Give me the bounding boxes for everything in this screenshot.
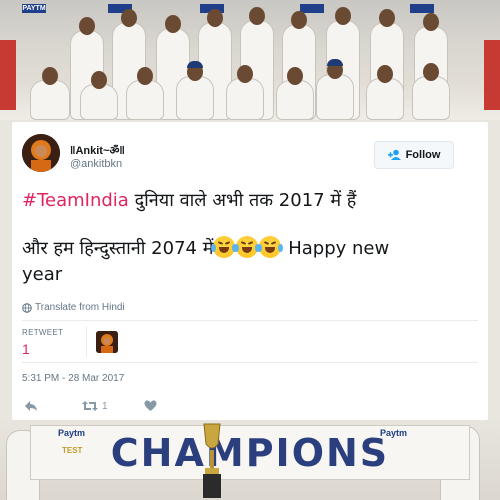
retweet-icon — [82, 401, 98, 411]
trophy-icon — [203, 423, 221, 498]
crying-laughing-emoji-icon — [211, 236, 238, 258]
player — [226, 65, 264, 120]
reply-icon — [25, 401, 37, 411]
champions-board-text: CHAMPIONS — [110, 430, 390, 475]
avatar-portrait-icon — [22, 134, 60, 172]
follow-button-label: Follow — [405, 149, 441, 161]
tweet-text: #TeamIndia दुनिया वाले अभी तक 2017 में ह… — [22, 188, 482, 288]
tweet-line-2: और हम हिन्दुस्तानी 2074 में Happy new — [22, 236, 482, 262]
player — [80, 71, 118, 120]
tweet-text-segment: year — [22, 264, 63, 285]
side-banner — [484, 40, 500, 110]
reply-button[interactable] — [24, 400, 38, 412]
like-button[interactable] — [144, 400, 157, 412]
user-handle[interactable]: @ankitbkn — [70, 158, 122, 170]
translate-link[interactable]: Translate from Hindi — [22, 302, 125, 313]
retweet-stat-count[interactable]: 1 — [22, 341, 30, 357]
player — [276, 67, 314, 120]
translate-label: Translate from Hindi — [35, 302, 125, 313]
player — [366, 65, 404, 120]
tweet-line-3: year — [22, 262, 482, 288]
player — [316, 59, 354, 120]
follow-button[interactable]: Follow — [374, 141, 454, 169]
user-display-name[interactable]: ‖Ankit~ॐ‖ — [70, 143, 125, 158]
tweet-line-1: #TeamIndia दुनिया वाले अभी तक 2017 में ह… — [22, 188, 482, 214]
tweet-card: ‖Ankit~ॐ‖ @ankitbkn Follow #TeamIndia दु… — [12, 122, 488, 420]
follow-user-icon — [387, 149, 401, 160]
retweet-action-count: 1 — [102, 400, 108, 412]
tweet-actions: 1 — [22, 399, 157, 413]
divider — [86, 327, 87, 357]
sponsor-board — [410, 4, 434, 13]
player — [412, 63, 450, 120]
globe-icon — [22, 302, 32, 313]
retweeter-portrait-icon — [96, 331, 118, 353]
tweet-text-segment: दुनिया वाले अभी तक 2017 में हैं — [128, 190, 357, 211]
sponsor-board: PAYTM — [22, 4, 46, 13]
tweet-timestamp[interactable]: 5:31 PM - 28 Mar 2017 — [22, 373, 124, 384]
board-brand-right: Paytm — [380, 428, 408, 438]
player — [176, 61, 214, 120]
crying-laughing-emoji-icon — [257, 236, 284, 258]
side-banner — [0, 40, 16, 110]
background-team-photo: PAYTM — [0, 0, 500, 120]
sponsor-text: PAYTM — [22, 5, 46, 12]
tweet-text-segment: Happy new — [282, 238, 390, 259]
board-sub-left: TEST — [62, 446, 83, 455]
user-avatar[interactable] — [22, 134, 60, 172]
hashtag-link[interactable]: #TeamIndia — [22, 190, 129, 211]
retweeter-avatar[interactable] — [96, 331, 118, 353]
player — [126, 67, 164, 120]
divider — [22, 320, 478, 321]
like-heart-icon — [144, 400, 157, 411]
player — [30, 67, 70, 120]
crying-laughing-emoji-icon — [234, 236, 261, 258]
retweet-stat-label: RETWEET — [22, 328, 64, 337]
tweet-text-segment: और हम हिन्दुस्तानी 2074 में — [22, 238, 214, 259]
retweet-button[interactable]: 1 — [82, 400, 108, 412]
board-brand-left: Paytm — [58, 428, 86, 438]
divider — [22, 362, 478, 363]
